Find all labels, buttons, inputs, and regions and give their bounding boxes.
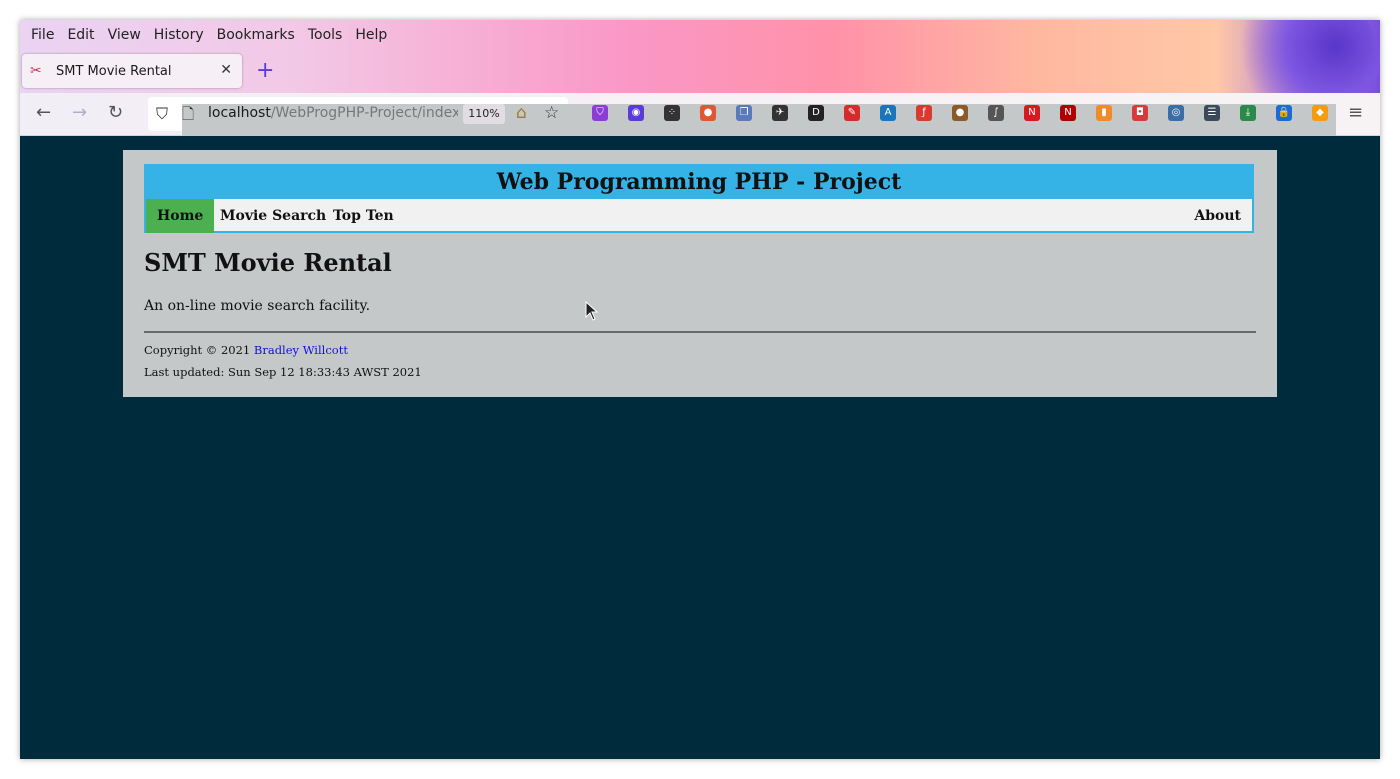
mask-icon[interactable]: ◎ bbox=[1168, 105, 1184, 121]
copy-icon[interactable]: ❐ bbox=[736, 105, 752, 121]
menu-hamburger-icon[interactable]: ≡ bbox=[1348, 102, 1363, 123]
flash-icon[interactable]: ƒ bbox=[916, 105, 932, 121]
shoe-icon[interactable]: ✈ bbox=[772, 105, 788, 121]
url-host: localhost bbox=[208, 105, 271, 121]
pen-icon[interactable]: ✎ bbox=[844, 105, 860, 121]
copyright-line: Copyright © 2021 Bradley Willcott bbox=[144, 343, 348, 357]
url-text[interactable]: localhost/WebProgPHP-Project/index. bbox=[208, 105, 458, 121]
page-heading: SMT Movie Rental bbox=[144, 248, 392, 277]
url-path: /WebProgPHP-Project/index. bbox=[270, 105, 458, 121]
dots-icon[interactable]: ⁘ bbox=[664, 105, 680, 121]
n-icon[interactable]: N bbox=[1024, 105, 1040, 121]
lock-icon[interactable]: 🔒 bbox=[1276, 105, 1292, 121]
camera-icon[interactable]: ◘ bbox=[1132, 105, 1148, 121]
reload-icon[interactable]: ↻ bbox=[108, 102, 123, 123]
last-updated: Last updated: Sun Sep 12 18:33:43 AWST 2… bbox=[144, 365, 422, 379]
home-icon[interactable]: ⌂ bbox=[516, 103, 527, 123]
close-tab-icon[interactable]: ✕ bbox=[220, 62, 232, 78]
trash-icon[interactable]: ▮ bbox=[1096, 105, 1112, 121]
page-container: Web Programming PHP - Project Home Movie… bbox=[123, 150, 1277, 397]
browser-chrome: File Edit View History Bookmarks Tools H… bbox=[20, 20, 1380, 130]
browser-tab[interactable]: ✂ SMT Movie Rental ✕ bbox=[22, 54, 242, 88]
menu-bookmarks[interactable]: Bookmarks bbox=[217, 23, 295, 47]
footer-divider bbox=[144, 331, 1256, 333]
navigation-toolbar: ← → ↻ ⛉ 🗋 localhost/WebProgPHP-Project/i… bbox=[20, 93, 1380, 351]
stack-icon[interactable]: ◆ bbox=[1312, 105, 1328, 121]
list-icon[interactable]: ☰ bbox=[1204, 105, 1220, 121]
new-tab-icon[interactable]: + bbox=[256, 58, 274, 83]
menu-tools[interactable]: Tools bbox=[308, 23, 343, 47]
mouse-cursor-icon bbox=[585, 301, 599, 321]
site-header: Web Programming PHP - Project Home Movie… bbox=[144, 164, 1254, 233]
nav-about[interactable]: About bbox=[1183, 199, 1252, 233]
pocket-icon[interactable]: ⛉ bbox=[592, 105, 608, 121]
menu-history[interactable]: History bbox=[154, 23, 204, 47]
netflix-ext-icon[interactable]: N bbox=[1060, 105, 1076, 121]
duckduckgo-icon[interactable]: ● bbox=[700, 105, 716, 121]
nav-home[interactable]: Home bbox=[146, 199, 215, 233]
forward-icon[interactable]: → bbox=[72, 102, 87, 123]
zoom-level[interactable]: 110% bbox=[463, 104, 505, 124]
download-icon[interactable]: ⤓ bbox=[1240, 105, 1256, 121]
menu-bar: File Edit View History Bookmarks Tools H… bbox=[20, 20, 389, 50]
url-bar[interactable]: ⛉ 🗋 localhost/WebProgPHP-Project/index. … bbox=[148, 97, 1336, 351]
d-icon[interactable]: D bbox=[808, 105, 824, 121]
menu-edit[interactable]: Edit bbox=[67, 23, 94, 47]
shield-icon[interactable]: ⛉ bbox=[156, 104, 168, 124]
copyright-text: Copyright © 2021 bbox=[144, 343, 254, 357]
site-title: Web Programming PHP - Project bbox=[146, 166, 1252, 199]
nav-top-ten[interactable]: Top Ten bbox=[322, 199, 405, 233]
nav-movie-search[interactable]: Movie Search bbox=[209, 199, 337, 233]
circle-dot-icon[interactable]: ◉ bbox=[628, 105, 644, 121]
a-icon[interactable]: A bbox=[880, 105, 896, 121]
author-link[interactable]: Bradley Willcott bbox=[254, 343, 348, 357]
leaf-icon[interactable]: ∫ bbox=[988, 105, 1004, 121]
intro-text: An on-line movie search facility. bbox=[144, 298, 371, 314]
menu-help[interactable]: Help bbox=[355, 23, 387, 47]
site-nav: Home Movie Search Top Ten About bbox=[146, 199, 1252, 233]
menu-file[interactable]: File bbox=[31, 23, 54, 47]
tab-title: SMT Movie Rental bbox=[56, 63, 172, 79]
back-icon[interactable]: ← bbox=[36, 102, 51, 123]
favicon-icon: ✂ bbox=[30, 63, 42, 79]
page-viewport: Web Programming PHP - Project Home Movie… bbox=[20, 136, 1380, 759]
browser-window: File Edit View History Bookmarks Tools H… bbox=[20, 20, 1380, 759]
cookie-icon[interactable]: ● bbox=[952, 105, 968, 121]
bookmark-star-icon[interactable]: ☆ bbox=[544, 103, 559, 123]
menu-view[interactable]: View bbox=[108, 23, 141, 47]
